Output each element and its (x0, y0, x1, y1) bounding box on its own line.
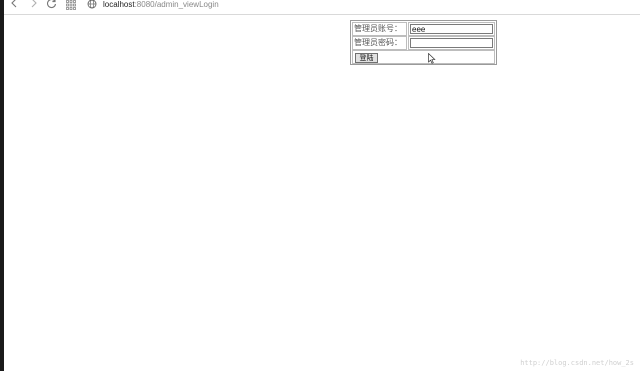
login-form-table: 管理员账号： eee 管理员密码： 登陆 (350, 20, 497, 65)
apps-icon[interactable] (66, 0, 76, 12)
account-cell: eee (408, 22, 495, 36)
forward-icon[interactable] (30, 0, 38, 10)
browser-window: localhost:8080/admin_viewLogin 管理员账号： ee… (0, 0, 640, 371)
reload-icon[interactable] (46, 0, 57, 10)
account-label: 管理员账号： (352, 22, 407, 36)
url-path: :8080/admin_viewLogin (134, 0, 219, 9)
password-cell (408, 36, 495, 50)
browser-toolbar: localhost:8080/admin_viewLogin (4, 0, 640, 15)
globe-icon (87, 0, 97, 11)
address-bar[interactable]: localhost:8080/admin_viewLogin (103, 0, 219, 11)
url-host: localhost (103, 0, 135, 9)
login-button[interactable]: 登陆 (355, 53, 378, 63)
window-edge (0, 0, 4, 371)
watermark: http://blog.csdn.net/how_2s (520, 359, 634, 367)
account-input[interactable]: eee (410, 24, 493, 34)
mouse-cursor-icon (428, 53, 436, 64)
password-label: 管理员密码： (352, 36, 407, 50)
password-input[interactable] (410, 38, 493, 48)
button-row: 登陆 (352, 50, 495, 64)
back-icon[interactable] (10, 0, 18, 10)
